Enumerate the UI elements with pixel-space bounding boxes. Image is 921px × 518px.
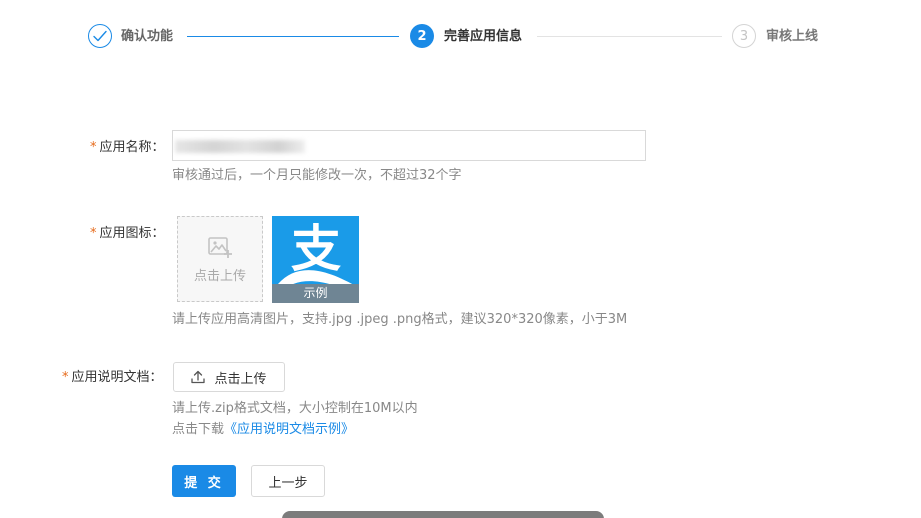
step-connector-2 <box>537 36 722 37</box>
app-doc-label-text: 应用说明文档： <box>71 370 163 385</box>
icon-upload-text: 点击上传 <box>193 268 246 284</box>
app-icon-hint: 请上传应用高清图片，支持.jpg .jpeg .png格式，建议320*320像… <box>172 312 628 327</box>
step-2-label: 完善应用信息 <box>444 29 523 44</box>
app-icon-label-text: 应用图标： <box>99 226 165 241</box>
step-connector-1 <box>187 36 399 37</box>
previous-step-button[interactable]: 上一步 <box>251 465 325 497</box>
doc-upload-button[interactable]: 点击上传 <box>173 362 285 392</box>
check-icon <box>93 30 107 42</box>
doc-example-download-link[interactable]: 《应用说明文档示例》 <box>224 422 354 437</box>
app-doc-label: * 应用说明文档： <box>62 369 163 387</box>
app-doc-hint: 请上传.zip格式文档，大小控制在10M以内 <box>172 401 418 416</box>
step-3-label: 审核上线 <box>766 29 819 44</box>
app-name-label-text: 应用名称： <box>99 140 165 155</box>
app-name-blurred-value <box>175 140 305 153</box>
required-mark: * <box>62 370 69 385</box>
required-mark: * <box>90 140 97 155</box>
app-name-label: * 应用名称： <box>90 139 165 157</box>
step-3-circle: 3 <box>732 24 756 48</box>
doc-download-prefix: 点击下载 <box>172 422 225 437</box>
example-caption: 示例 <box>272 284 359 303</box>
create-app-page: 确认功能 2 完善应用信息 3 审核上线 * 应用名称： 审核通过后，一个月只能修… <box>0 0 921 518</box>
step-1-label: 确认功能 <box>121 29 174 44</box>
app-name-hint: 审核通过后，一个月只能修改一次，不超过32个字 <box>172 168 462 183</box>
step-2-circle: 2 <box>410 24 434 48</box>
required-mark: * <box>90 226 97 241</box>
doc-download-line: 点击下载《应用说明文档示例》 <box>172 421 354 439</box>
icon-upload-box[interactable]: 点击上传 <box>177 216 263 302</box>
submit-button[interactable]: 提 交 <box>172 465 236 497</box>
doc-upload-button-label: 点击上传 <box>214 371 267 387</box>
step-1-done-circle <box>88 24 112 48</box>
image-add-icon <box>208 236 232 258</box>
icon-example: 支 示例 <box>272 216 359 303</box>
app-name-input[interactable] <box>172 130 646 161</box>
bottom-overlay-bar <box>282 511 604 518</box>
upload-icon <box>191 370 206 384</box>
app-icon-label: * 应用图标： <box>90 225 165 243</box>
example-logo-glyph: 支 <box>291 220 341 278</box>
